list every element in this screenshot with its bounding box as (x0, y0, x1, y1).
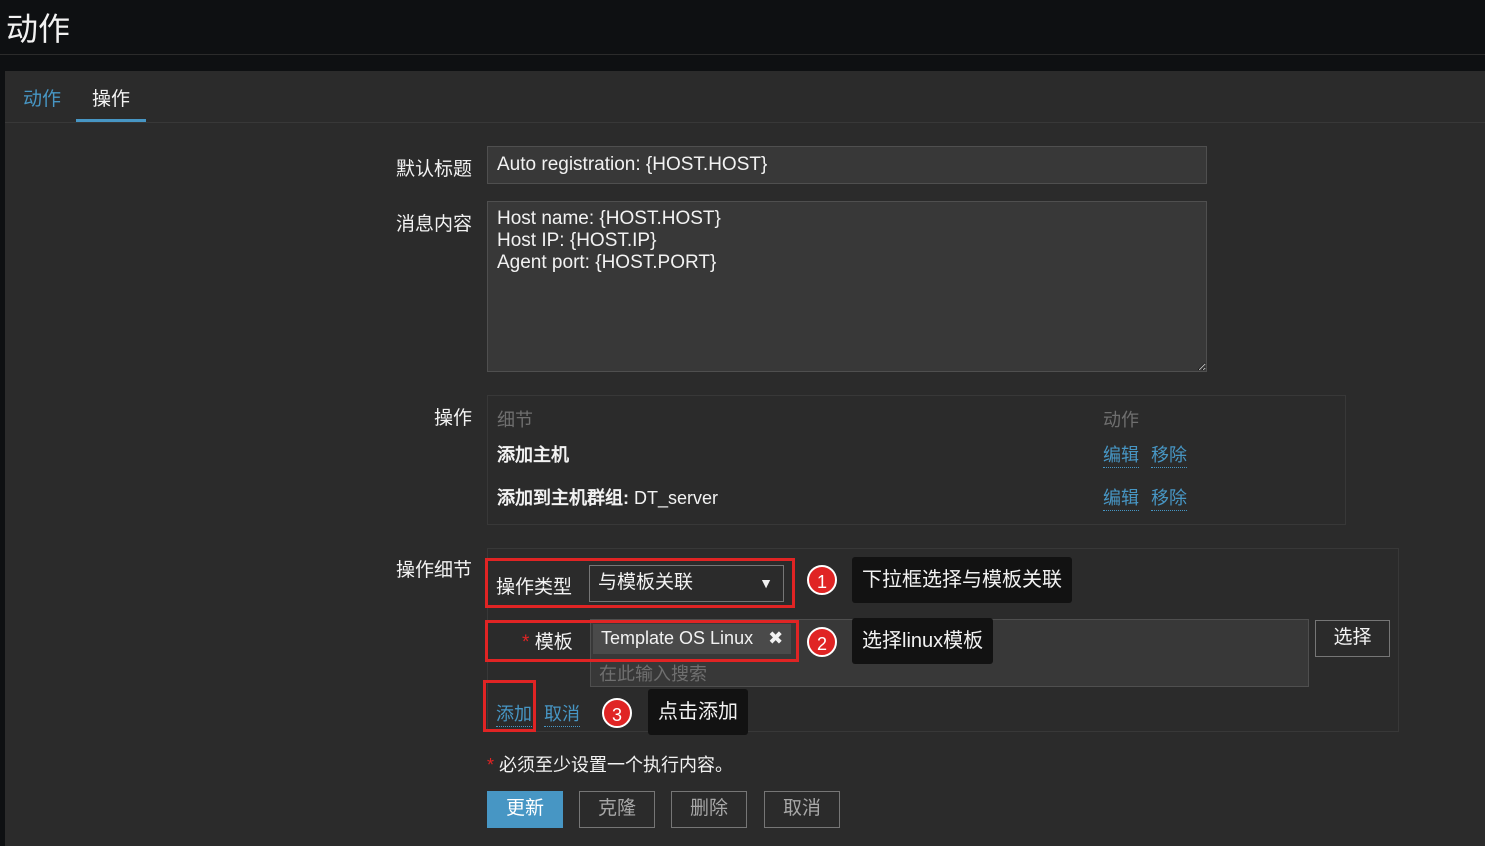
operation-row-1-detail: 添加主机 (497, 445, 569, 465)
close-icon[interactable]: ✖ (768, 628, 783, 648)
cancel-link[interactable]: 取消 (544, 700, 580, 727)
add-link[interactable]: 添加 (496, 700, 532, 727)
default-subject-input[interactable] (487, 146, 1207, 184)
col-details-header: 细节 (497, 410, 533, 430)
operation-row-2-detail: 添加到主机群组: DT_server (497, 484, 718, 510)
operation-type-select[interactable]: 与模板关联 ▼ (589, 565, 784, 602)
template-search-placeholder[interactable]: 在此输入搜索 (599, 660, 707, 686)
select-button[interactable]: 选择 (1315, 620, 1390, 657)
clone-button[interactable]: 克隆 (579, 791, 655, 828)
page-title: 动作 (6, 11, 71, 47)
operation-type-value: 与模板关联 (598, 572, 694, 593)
annotation-callout-1: 下拉框选择与模板关联 (852, 557, 1072, 603)
annotation-badge-3: 3 (602, 698, 632, 728)
page-header (0, 0, 1485, 55)
required-note-text: 必须至少设置一个执行内容。 (494, 755, 734, 775)
tab-bar (5, 71, 1485, 123)
annotation-badge-2: 2 (807, 627, 837, 657)
template-label: * 模板 (522, 627, 573, 654)
operation-row-1-remove-link[interactable]: 移除 (1151, 441, 1187, 468)
delete-button[interactable]: 删除 (671, 791, 747, 828)
required-note: * 必须至少设置一个执行内容。 (487, 751, 733, 777)
template-chip: Template OS Linux ✖ (593, 624, 792, 654)
tab-action[interactable]: 动作 (23, 84, 61, 122)
chevron-down-icon: ▼ (759, 575, 773, 591)
operation-row-1-edit-link[interactable]: 编辑 (1103, 441, 1139, 468)
message-textarea[interactable]: Host name: {HOST.HOST} Host IP: {HOST.IP… (487, 201, 1207, 372)
operation-row-2-edit-link[interactable]: 编辑 (1103, 484, 1139, 511)
operation-row-2-remove-link[interactable]: 移除 (1151, 484, 1187, 511)
message-label: 消息内容 (395, 214, 472, 235)
update-button[interactable]: 更新 (487, 791, 563, 828)
annotation-badge-1: 1 (807, 565, 837, 595)
required-mark: * (522, 632, 530, 653)
required-note-mark: * (487, 755, 495, 775)
operation-type-label: 操作类型 (496, 577, 573, 598)
col-action-header: 动作 (1103, 410, 1139, 430)
operation-details-label: 操作细节 (395, 560, 472, 581)
default-subject-label: 默认标题 (395, 159, 472, 180)
annotation-callout-2: 选择linux模板 (852, 618, 994, 664)
operation-row-2-detail-value: DT_server (629, 488, 719, 508)
tab-operations[interactable]: 操作 (76, 84, 146, 122)
operation-row-2-detail-label: 添加到主机群组: (497, 488, 629, 508)
cancel-button[interactable]: 取消 (764, 791, 840, 828)
template-label-text: 模板 (534, 632, 573, 653)
annotation-callout-3: 点击添加 (648, 689, 748, 735)
operations-label: 操作 (433, 408, 472, 429)
template-chip-label: Template OS Linux (601, 628, 754, 648)
